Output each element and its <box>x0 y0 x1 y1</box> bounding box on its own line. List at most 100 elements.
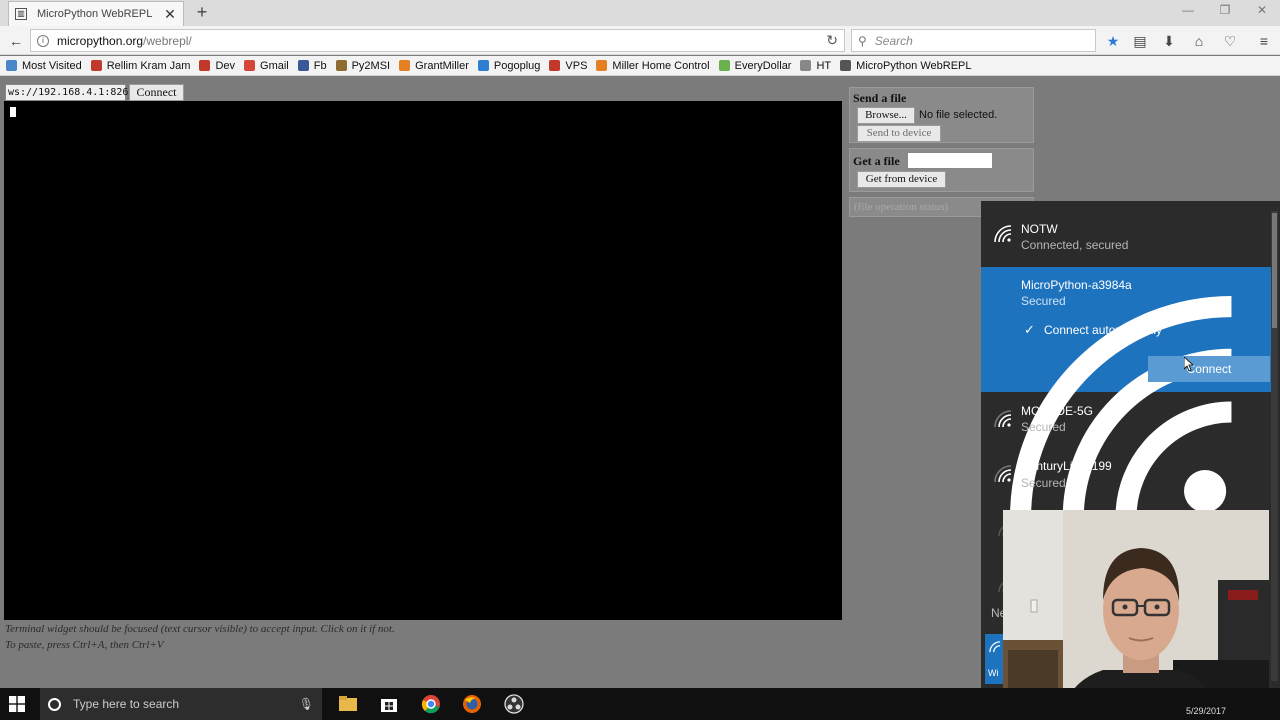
microphone-icon[interactable]: 🎙 <box>299 697 314 711</box>
bookmark-label: Dev <box>215 59 236 72</box>
pocket-icon[interactable]: ♡ <box>1221 32 1239 50</box>
bookmark-item[interactable]: Most Visited <box>6 60 82 72</box>
connect-automatically-label[interactable]: Connect automatically <box>1044 323 1162 337</box>
bookmark-favicon-icon <box>596 60 608 71</box>
browser-tab[interactable]: ▥ MicroPython WebREPL ✕ <box>8 1 184 26</box>
network-item-mcdade[interactable]: MCDADE-5G Secured <box>981 397 1271 449</box>
network-status: Secured <box>1021 420 1066 434</box>
mouse-pointer-icon <box>1184 357 1194 372</box>
network-item-micropython[interactable]: MicroPython-a3984a Secured ✓ Connect aut… <box>981 267 1271 518</box>
tab-strip: ▥ MicroPython WebREPL ✕ + — ❐ ✕ <box>0 0 1280 26</box>
bookmark-label: EveryDollar <box>734 59 792 72</box>
get-from-device-button[interactable]: Get from device <box>857 171 946 188</box>
webcam-overlay <box>1003 510 1269 708</box>
network-status: Secured <box>1021 476 1066 490</box>
info-icon[interactable]: i <box>37 34 49 47</box>
windows-start-icon[interactable] <box>9 696 25 712</box>
close-tab-icon[interactable]: ✕ <box>163 6 177 23</box>
presenter-video-image <box>1003 510 1269 708</box>
bookmark-item[interactable]: Gmail <box>244 60 289 72</box>
network-item-centurylink[interactable]: CenturyLink7199 Secured <box>981 453 1271 505</box>
wifi-signal-icon <box>994 225 1012 243</box>
micropython-favicon-icon: ▥ <box>15 8 27 20</box>
restore-icon[interactable]: ❐ <box>1215 3 1235 17</box>
bookmark-label: Py2MSI <box>351 59 391 72</box>
search-placeholder: Search <box>874 33 913 48</box>
bookmark-item[interactable]: GrantMiller <box>399 60 469 72</box>
network-status: Secured <box>1021 294 1066 308</box>
bookmark-favicon-icon <box>549 60 561 71</box>
no-file-label: No file selected. <box>919 109 998 121</box>
checkmark-icon[interactable]: ✓ <box>1024 322 1035 338</box>
bookmark-favicon-icon <box>800 60 812 71</box>
browse-button[interactable]: Browse... <box>857 107 915 124</box>
network-name: NOTW <box>1021 222 1058 236</box>
bookmark-star-icon[interactable]: ★ <box>1104 32 1122 50</box>
navigation-toolbar: ← i micropython.org/webrepl/ ↻ ⚲ Search … <box>0 26 1280 55</box>
firefox-icon[interactable] <box>462 694 482 714</box>
wifi-connect-button[interactable]: Connect <box>1148 356 1270 382</box>
cortana-icon <box>48 697 61 711</box>
bookmark-item[interactable]: Miller Home Control <box>596 60 710 72</box>
bookmark-label: Pogoplug <box>493 59 541 72</box>
close-window-icon[interactable]: ✕ <box>1252 3 1272 17</box>
send-to-device-button[interactable]: Send to device <box>857 125 941 142</box>
bookmark-item[interactable]: Rellim Kram Jam <box>90 60 190 72</box>
bookmark-favicon-icon <box>6 60 17 71</box>
websocket-url-input[interactable]: ws://192.168.4.1:8266/ <box>5 84 140 101</box>
flyout-scroll-thumb[interactable] <box>1272 213 1277 328</box>
taskbar-date: 5/29/2017 <box>1186 706 1227 716</box>
search-bar[interactable]: ⚲ Search <box>851 29 1096 52</box>
wifi-tile-label: Wi <box>988 668 999 678</box>
bookmark-item[interactable]: EveryDollar <box>718 59 792 72</box>
taskbar-search-box[interactable]: Type here to search 🎙 <box>40 688 322 720</box>
minimize-icon[interactable]: — <box>1178 3 1198 17</box>
downloads-icon[interactable]: ⬇ <box>1160 32 1178 50</box>
bookmark-label: HT <box>816 59 832 72</box>
bookmark-item[interactable]: HT <box>800 60 831 72</box>
bookmark-label: Gmail <box>260 59 289 72</box>
bookmark-label: Fb <box>313 59 327 72</box>
bookmark-item[interactable]: Fb <box>297 59 327 72</box>
bookmarks-library-icon[interactable]: ▤ <box>1131 32 1149 50</box>
bookmark-item[interactable]: Py2MSI <box>335 59 391 72</box>
bookmark-favicon-icon <box>718 60 730 71</box>
bookmark-favicon-icon <box>244 60 256 71</box>
url-bar[interactable]: i micropython.org/webrepl/ ↻ <box>30 29 845 52</box>
back-arrow-icon[interactable]: ← <box>6 31 26 51</box>
menu-icon[interactable]: ≡ <box>1255 32 1273 50</box>
home-icon[interactable]: ⌂ <box>1190 32 1208 50</box>
taskbar-search-placeholder: Type here to search <box>73 697 180 711</box>
send-file-title: Send a file <box>853 91 907 105</box>
get-file-title: Get a file <box>853 154 900 168</box>
network-item-notw[interactable]: NOTW Connected, secured <box>981 213 1271 263</box>
bookmark-item[interactable]: VPS <box>549 60 587 72</box>
wifi-tile-icon <box>989 641 1001 653</box>
bookmark-label: VPS <box>565 59 588 72</box>
store-icon[interactable] <box>379 694 399 714</box>
url-host: micropython.org <box>57 33 144 48</box>
wifi-signal-icon <box>994 410 1012 428</box>
url-path: /webrepl/ <box>143 33 192 48</box>
wifi-signal-icon <box>994 465 1012 483</box>
network-name: CenturyLink7199 <box>1021 459 1112 473</box>
chrome-icon[interactable] <box>421 694 441 714</box>
paste-hint: To paste, press Ctrl+A, then Ctrl+V <box>5 639 164 651</box>
bookmark-item[interactable]: MicroPython WebREPL <box>840 60 972 72</box>
obs-icon[interactable] <box>504 694 524 714</box>
bookmark-favicon-icon <box>477 60 489 71</box>
get-file-input[interactable] <box>907 152 993 169</box>
bookmark-favicon-icon <box>335 60 347 71</box>
search-icon: ⚲ <box>858 33 867 48</box>
bookmark-item[interactable]: Dev <box>199 60 235 72</box>
bookmark-favicon-icon <box>840 60 852 71</box>
bookmark-favicon-icon <box>90 60 102 71</box>
tab-title: MicroPython WebREPL <box>37 8 153 20</box>
connect-button[interactable]: Connect <box>129 84 184 101</box>
new-tab-icon[interactable]: + <box>193 3 211 21</box>
file-explorer-icon[interactable] <box>338 694 358 714</box>
bookmark-label: Most Visited <box>22 59 82 72</box>
terminal-widget[interactable] <box>4 101 842 620</box>
bookmark-item[interactable]: Pogoplug <box>477 59 541 72</box>
reload-icon[interactable]: ↻ <box>826 32 838 49</box>
